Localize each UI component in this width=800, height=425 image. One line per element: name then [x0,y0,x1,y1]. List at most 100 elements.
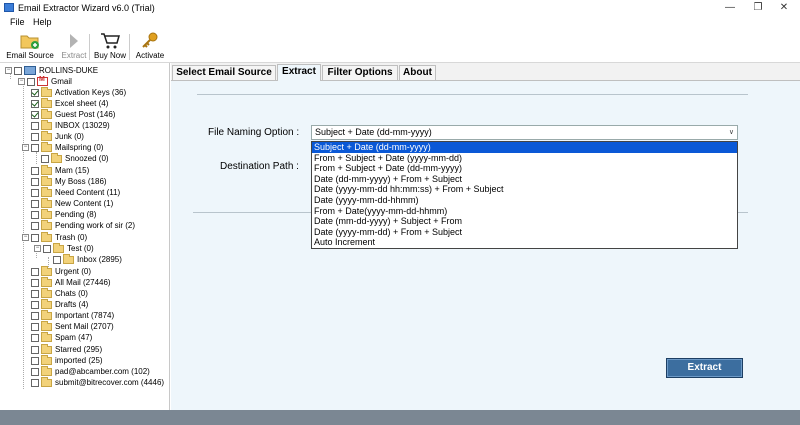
menu-help[interactable]: Help [33,17,52,27]
tree-item[interactable]: pad@abcamber.com (102) [31,365,150,377]
tree-item[interactable]: Guest Post (146) [31,108,115,120]
tree-item[interactable]: Starred (295) [31,343,102,355]
tree-account-gmail[interactable]: − Gmail [18,76,72,87]
menu-file[interactable]: File [10,17,25,27]
close-icon[interactable]: ✕ [766,0,800,16]
cart-icon [101,33,120,49]
checkbox[interactable] [31,278,39,287]
tree-item[interactable]: Excel sheet (4) [31,97,108,109]
checkbox[interactable] [31,143,39,152]
tab-about[interactable]: About [399,65,436,80]
collapse-icon[interactable]: − [22,234,29,241]
dropdown-option[interactable]: Auto Increment [312,237,737,248]
chevron-down-icon[interactable]: ∨ [729,126,734,139]
checkbox[interactable] [31,221,39,230]
checkbox[interactable] [31,267,39,276]
title-bar: Email Extractor Wizard v6.0 (Trial) — ❐ … [0,0,800,16]
tab-extract[interactable]: Extract [277,64,321,81]
checkbox[interactable] [31,322,39,331]
gmail-icon [37,76,48,86]
collapse-icon[interactable]: − [34,245,41,252]
file-naming-select[interactable]: Subject + Date (dd-mm-yyyy) ∨ [311,125,738,140]
tree-item[interactable]: Chats (0) [31,287,88,299]
dropdown-option[interactable]: Date (dd-mm-yyyy) + From + Subject [312,174,737,185]
trash-folder-icon [41,231,52,242]
checkbox[interactable] [43,244,51,253]
tree-item[interactable]: − Trash (0) [22,231,87,243]
folder-icon [41,130,52,141]
checkbox[interactable] [31,289,39,298]
tree-item[interactable]: INBOX (13029) [31,119,110,131]
tree-item[interactable]: Need Content (11) [31,186,120,198]
checkbox[interactable] [41,154,49,163]
tree-item[interactable]: Pending work of sir (2) [31,219,135,231]
tree-item[interactable]: Urgent (0) [31,265,91,277]
checkbox[interactable] [31,88,39,97]
tree-item[interactable]: Drafts (4) [31,298,88,310]
tree-item[interactable]: imported (25) [31,354,103,366]
tree-item[interactable]: Important (7874) [31,309,114,321]
tree-item[interactable]: Activation Keys (36) [31,86,126,98]
checkbox[interactable] [31,121,39,130]
tree-item[interactable]: − Mailspring (0) [22,141,103,153]
tree-item[interactable]: Junk (0) [31,130,84,142]
dropdown-option[interactable]: From + Date(yyyy-mm-dd-hhmm) [312,206,737,217]
tree-item[interactable]: Inbox (2895) [53,253,122,265]
extract-toolbar-button[interactable]: Extract [58,30,90,63]
checkbox[interactable] [31,378,39,387]
dropdown-option[interactable]: From + Subject + Date (dd-mm-yyyy) [312,163,737,174]
checkbox[interactable] [31,210,39,219]
dropdown-option[interactable]: From + Subject + Date (yyyy-mm-dd) [312,153,737,164]
checkbox[interactable] [31,311,39,320]
buy-now-button[interactable]: Buy Now [92,30,128,63]
tree-item[interactable]: − Test (0) [34,242,94,254]
file-naming-label: File Naming Option : [208,127,300,138]
checkbox[interactable] [53,255,61,264]
checkbox[interactable] [31,166,39,175]
checkbox[interactable] [31,99,39,108]
tree-item[interactable]: All Mail (27446) [31,276,111,288]
checkbox[interactable] [31,367,39,376]
tree-item[interactable]: New Content (1) [31,197,113,209]
tab-select-email-source[interactable]: Select Email Source [172,65,276,80]
toolbar-separator [89,34,90,60]
email-source-button[interactable]: Email Source [4,30,56,63]
checkbox[interactable] [31,188,39,197]
collapse-icon[interactable]: − [18,78,25,85]
checkbox[interactable] [31,132,39,141]
tree-item[interactable]: Sent Mail (2707) [31,320,114,332]
activate-button[interactable]: Activate [132,30,168,63]
tree-item[interactable]: My Boss (186) [31,175,107,187]
tree-item[interactable]: Snoozed (0) [41,152,109,164]
dropdown-option[interactable]: Subject + Date (dd-mm-yyyy) [312,142,737,153]
dropdown-option[interactable]: Date (yyyy-mm-dd-hhmm) [312,195,737,206]
dropdown-option[interactable]: Date (mm-dd-yyyy) + Subject + From [312,216,737,227]
dropdown-option[interactable]: Date (yyyy-mm-dd) + From + Subject [312,227,737,238]
toolbar-separator [129,34,130,60]
checkbox[interactable] [31,333,39,342]
checkbox[interactable] [14,66,22,75]
checkbox[interactable] [31,177,39,186]
tree-item[interactable]: submit@bitrecover.com (4446) [31,376,164,388]
tree-item[interactable]: Mam (15) [31,164,89,176]
checkbox[interactable] [31,356,39,365]
extract-button[interactable]: Extract [666,358,743,378]
checkbox[interactable] [31,300,39,309]
tree-item[interactable]: Pending (8) [31,208,96,220]
dropdown-option[interactable]: Date (yyyy-mm-dd hh:mm:ss) + From + Subj… [312,184,737,195]
tab-filter-options[interactable]: Filter Options [322,65,398,80]
file-naming-selected-value: Subject + Date (dd-mm-yyyy) [315,127,432,137]
collapse-icon[interactable]: − [22,144,29,151]
checkbox[interactable] [27,77,35,86]
tree-item[interactable]: Spam (47) [31,331,92,343]
folder-icon [41,365,52,376]
checkbox[interactable] [31,345,39,354]
checkbox[interactable] [31,233,39,242]
checkbox[interactable] [31,110,39,119]
tree-root[interactable]: − ROLLINS-DUKE [5,65,98,76]
folder-icon [41,331,52,342]
checkbox[interactable] [31,199,39,208]
destination-path-label: Destination Path : [220,161,299,172]
collapse-icon[interactable]: − [5,67,12,74]
toolbar: Email Source Extract Buy Now Activate [0,30,800,63]
